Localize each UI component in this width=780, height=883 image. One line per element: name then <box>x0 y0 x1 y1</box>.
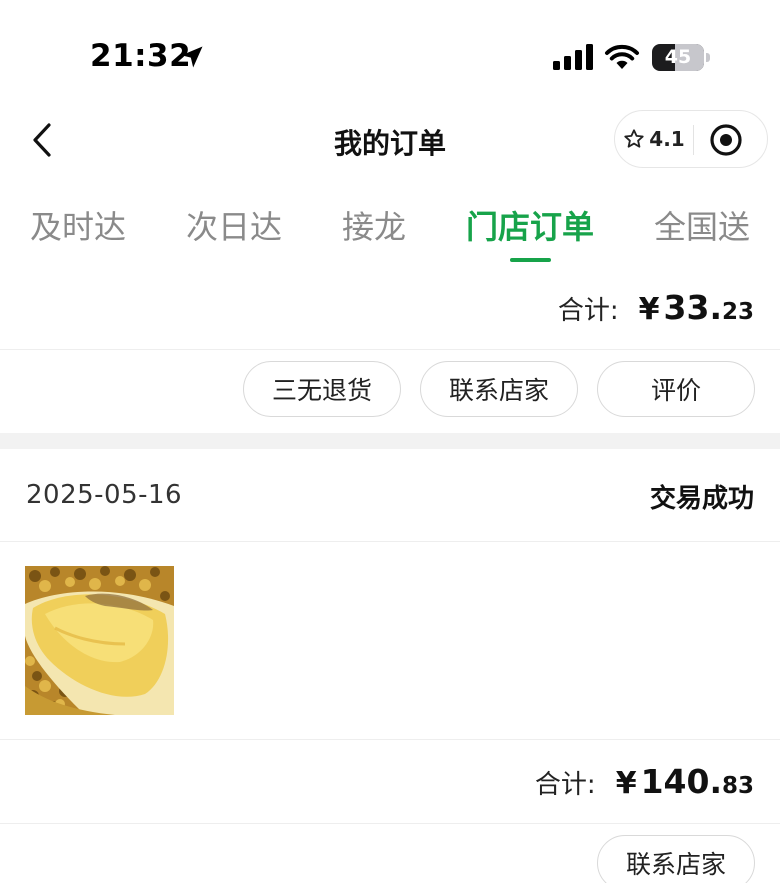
battery-level-text: 45 <box>664 46 692 68</box>
tab-store-orders[interactable]: 门店订单 <box>466 202 594 248</box>
battery-cap <box>706 53 710 62</box>
cellular-signal-icon <box>553 44 593 70</box>
divider <box>0 349 780 350</box>
total-integer: 33. <box>663 288 722 327</box>
status-bar: 21:32 45 <box>0 0 780 100</box>
divider <box>0 823 780 824</box>
order-date: 2025-05-16 <box>26 480 183 510</box>
battery-indicator: 45 <box>652 44 710 71</box>
total-decimal: 23 <box>721 299 754 325</box>
total-label: 合计: <box>534 770 596 800</box>
navigation-bar: 我的订单 4.1 <box>0 100 780 180</box>
rating-value: 4.1 <box>649 127 685 151</box>
divider <box>0 541 780 542</box>
record-button[interactable] <box>707 121 745 159</box>
status-time: 21:32 <box>90 38 192 74</box>
total-label: 合计: <box>557 296 619 326</box>
tab-jishida[interactable]: 及时达 <box>30 202 126 248</box>
order-total: 合计: ¥ 140. 83 <box>535 762 754 801</box>
previous-order-total: 合计: ¥ 33. 23 <box>558 288 754 327</box>
contact-store-button[interactable]: 联系店家 <box>420 361 578 417</box>
divider <box>0 739 780 740</box>
currency-symbol: ¥ <box>638 292 660 327</box>
tab-ciri[interactable]: 次日达 <box>186 202 282 248</box>
battery-body: 45 <box>652 44 704 71</box>
star-outline-icon <box>624 129 644 148</box>
contact-store-button[interactable]: 联系店家 <box>597 835 755 883</box>
location-arrow-icon <box>181 46 203 68</box>
order-list-page: 21:32 45 我的订单 4.1 及时达 次日达 接龙 门店订单 全国送 合计… <box>0 0 780 883</box>
review-button[interactable]: 评价 <box>597 361 755 417</box>
rating-button[interactable]: 4.1 <box>615 111 693 167</box>
capsule-divider <box>693 125 694 155</box>
product-thumbnail[interactable] <box>25 566 174 715</box>
tab-jielong[interactable]: 接龙 <box>342 202 406 248</box>
order-type-tabs: 及时达 次日达 接龙 门店订单 全国送 <box>0 190 780 270</box>
total-decimal: 83 <box>721 773 754 799</box>
total-integer: 140. <box>640 762 722 801</box>
durian-photo <box>25 566 174 715</box>
wifi-icon <box>605 44 639 69</box>
currency-symbol: ¥ <box>615 766 637 801</box>
no-reason-return-button[interactable]: 三无退货 <box>243 361 401 417</box>
order-status: 交易成功 <box>649 484 754 514</box>
tab-nationwide[interactable]: 全国送 <box>654 202 750 248</box>
target-record-icon <box>710 124 742 156</box>
miniprogram-capsule: 4.1 <box>614 110 768 168</box>
active-tab-indicator <box>510 258 551 262</box>
section-separator <box>0 433 780 449</box>
